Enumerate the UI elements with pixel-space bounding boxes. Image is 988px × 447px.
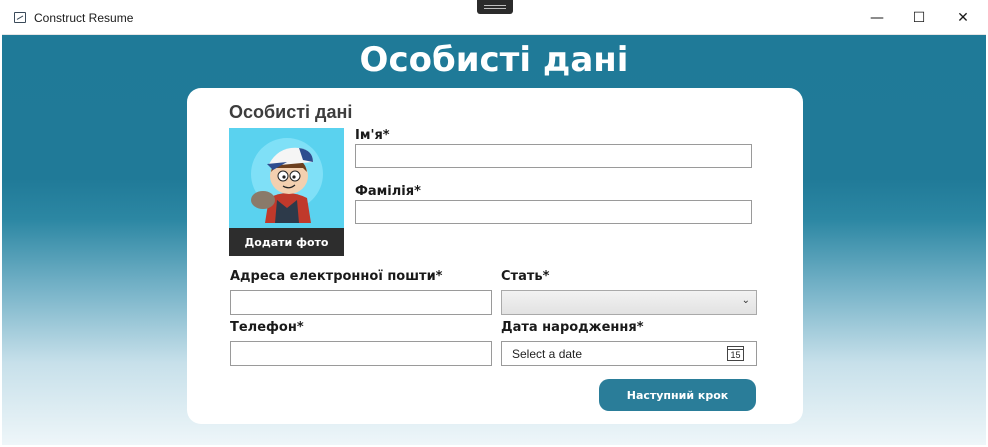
app-icon bbox=[14, 12, 26, 23]
email-input[interactable] bbox=[230, 290, 492, 315]
first-name-label: Ім'я* bbox=[355, 128, 390, 143]
gender-label: Стать* bbox=[501, 269, 550, 284]
maximize-icon: ☐ bbox=[912, 10, 926, 26]
app-window: Construct Resume — ☐ ✕ Особисті дані Осо… bbox=[0, 0, 988, 447]
email-label: Адреса електронної пошти* bbox=[230, 269, 443, 284]
main-content: Особисті дані Особисті дані Додати фото … bbox=[2, 35, 986, 445]
close-icon: ✕ bbox=[957, 10, 969, 26]
calendar-icon[interactable]: 15 bbox=[727, 346, 744, 361]
drag-handle[interactable] bbox=[477, 0, 513, 14]
next-step-button[interactable]: Наступний крок bbox=[599, 379, 756, 411]
last-name-input[interactable] bbox=[355, 200, 752, 224]
add-photo-button[interactable]: Додати фото bbox=[229, 228, 344, 256]
avatar-illustration bbox=[251, 147, 313, 223]
close-button[interactable]: ✕ bbox=[940, 2, 986, 34]
phone-label: Телефон* bbox=[230, 320, 304, 335]
profile-photo[interactable]: Додати фото bbox=[229, 128, 344, 256]
window-title: Construct Resume bbox=[34, 11, 134, 25]
last-name-label: Фамілія* bbox=[355, 184, 421, 199]
chevron-down-icon: ⌄ bbox=[741, 295, 750, 306]
minimize-button[interactable]: — bbox=[854, 2, 900, 34]
personal-data-card: Особисті дані Додати фото Ім'я* Фамілія*… bbox=[187, 88, 803, 424]
birth-date-placeholder: Select a date bbox=[512, 347, 583, 361]
maximize-button[interactable]: ☐ bbox=[896, 2, 942, 34]
birth-date-picker[interactable]: Select a date 15 bbox=[501, 341, 757, 366]
card-title: Особисті дані bbox=[229, 102, 353, 122]
phone-input[interactable] bbox=[230, 341, 492, 366]
birth-date-label: Дата народження* bbox=[501, 320, 644, 335]
gender-select[interactable]: ⌄ bbox=[501, 290, 757, 315]
page-title: Особисті дані bbox=[359, 40, 629, 80]
minimize-icon: — bbox=[870, 10, 884, 26]
first-name-input[interactable] bbox=[355, 144, 752, 168]
